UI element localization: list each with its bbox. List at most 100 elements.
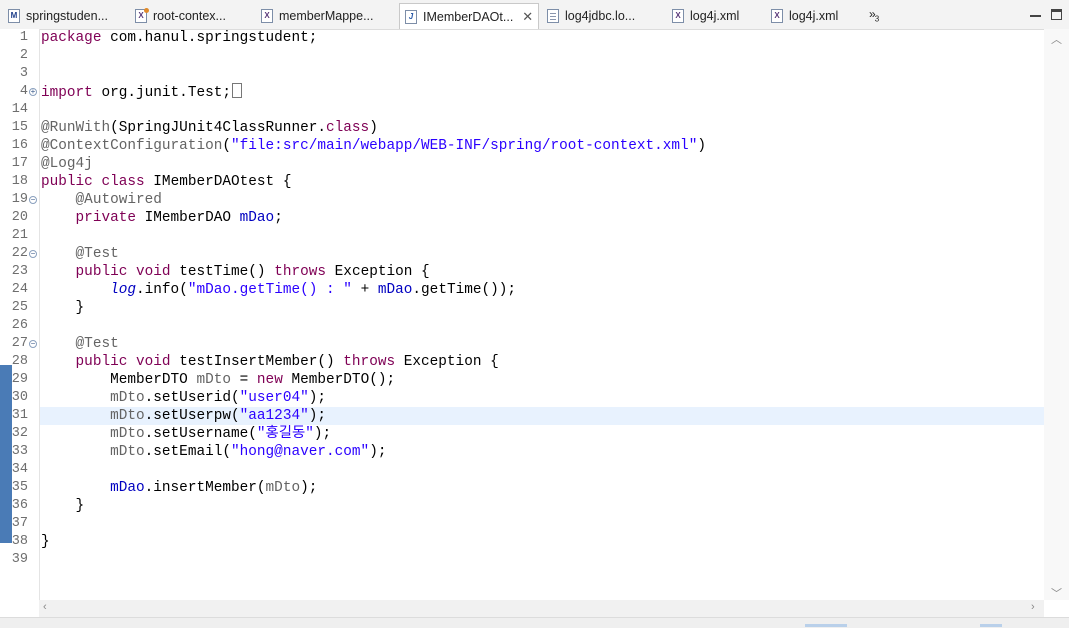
code-token: .setEmail( — [144, 444, 231, 460]
code-line: } — [41, 533, 50, 551]
code-line: @Log4j — [41, 155, 93, 173]
line-number: 4 — [19, 84, 28, 99]
code-token: (SpringJUnit4ClassRunner. — [110, 120, 326, 136]
code-line: } — [41, 497, 85, 515]
vertical-scrollbar[interactable]: ︿ ﹀ — [1044, 29, 1069, 600]
line-number: 34 — [11, 462, 28, 477]
code-token: ) — [697, 138, 706, 154]
code-token: MemberDTO(); — [282, 372, 396, 388]
code-token: import — [41, 85, 93, 101]
line-number: 39 — [11, 552, 28, 567]
xml-file-icon: X — [261, 9, 273, 23]
code-line: public class IMemberDAOtest { — [41, 173, 291, 191]
tab-1[interactable]: Xroot-contex... — [133, 3, 257, 29]
code-token: mDto — [110, 408, 145, 424]
tab-label: log4j.xml — [690, 9, 740, 23]
horizontal-scrollbar[interactable]: ‹ › — [39, 600, 1044, 617]
scroll-right-arrow-icon[interactable]: › — [1031, 601, 1035, 613]
code-token: void — [136, 264, 171, 280]
code-token: Exception { — [326, 264, 430, 280]
tab-label: springstuden... — [26, 9, 108, 23]
code-token: .setUserid( — [144, 390, 240, 406]
code-token: @Autowired — [75, 192, 162, 208]
code-token: ); — [369, 444, 387, 460]
collapse-fold-icon[interactable]: − — [29, 340, 37, 348]
line-number: 2 — [19, 48, 28, 63]
collapsed-imports-icon[interactable] — [232, 83, 243, 98]
line-number: 38 — [11, 534, 28, 549]
line-number: 15 — [11, 120, 28, 135]
code-editor[interactable]: package com.hanul.springstudent; import o… — [40, 29, 1044, 600]
line-number: 36 — [11, 498, 28, 513]
tab-6[interactable]: Xlog4j.xml — [769, 3, 865, 29]
tab-3[interactable]: J IMemberDAOt... ✕ — [399, 3, 539, 29]
tab-overflow-button[interactable]: »3 — [869, 7, 879, 23]
line-number: 17 — [11, 156, 28, 171]
tab-0[interactable]: Mspringstuden... — [6, 3, 130, 29]
code-token: log — [110, 282, 137, 298]
code-token: org.junit.Test; — [92, 85, 232, 101]
close-tab-icon[interactable]: ✕ — [522, 9, 533, 25]
code-token: package — [41, 30, 102, 46]
code-token: public — [41, 174, 93, 190]
scroll-down-arrow-icon[interactable]: ﹀ — [1051, 585, 1062, 601]
code-token: mDto — [110, 426, 145, 442]
code-token: class — [101, 174, 145, 190]
line-number: 14 — [11, 102, 28, 117]
tab-2[interactable]: XmemberMappe... — [259, 3, 397, 29]
line-number: 19 — [11, 192, 28, 207]
code-token: public — [75, 354, 128, 370]
maximize-icon[interactable] — [1051, 9, 1062, 20]
tab-label: log4jdbc.lo... — [565, 9, 636, 23]
line-number: 23 — [11, 264, 28, 279]
code-token: ); — [300, 480, 318, 496]
line-number: 18 — [11, 174, 28, 189]
status-strip — [0, 617, 1069, 628]
code-token: mDto — [110, 390, 145, 406]
line-number: 37 — [11, 516, 28, 531]
code-token: IMemberDAO — [136, 210, 240, 226]
minimize-icon[interactable] — [1030, 9, 1041, 17]
editor-tab-bar: »3 Mspringstuden... Xroot-contex... Xmembe… — [0, 0, 1069, 30]
expand-fold-icon[interactable]: + — [29, 88, 37, 96]
code-line: mDto.setEmail("hong@naver.com"); — [41, 443, 386, 461]
tab-4[interactable]: log4jdbc.lo... — [545, 3, 667, 29]
code-token: ; — [274, 210, 283, 226]
code-token: mDao — [377, 282, 413, 298]
code-token: "홍길동" — [256, 426, 314, 442]
code-token: IMemberDAOtest { — [144, 174, 292, 190]
code-token: ); — [313, 426, 332, 442]
line-number: 35 — [11, 480, 28, 495]
code-token: @ContextConfiguration — [41, 138, 223, 154]
code-token: testTime() — [170, 264, 275, 280]
tab-5[interactable]: Xlog4j.xml — [670, 3, 766, 29]
collapse-fold-icon[interactable]: − — [29, 196, 37, 204]
code-line: mDto.setUserpw("aa1234"); — [41, 407, 326, 425]
xml-file-icon: X — [771, 9, 783, 23]
code-token: .setUserpw( — [144, 408, 240, 424]
code-token: new — [256, 372, 283, 388]
scroll-up-arrow-icon[interactable]: ︿ — [1051, 31, 1062, 47]
collapse-fold-icon[interactable]: − — [29, 250, 37, 258]
code-token: mDao — [239, 210, 275, 226]
tab-label: IMemberDAOt... — [423, 9, 514, 24]
scroll-left-arrow-icon[interactable]: ‹ — [43, 601, 47, 613]
code-line: MemberDTO mDto = new MemberDTO(); — [41, 371, 395, 389]
code-line: public void testInsertMember() throws Ex… — [41, 353, 499, 371]
code-line: package com.hanul.springstudent; — [41, 29, 317, 47]
code-token: mDto — [265, 480, 301, 496]
code-token: mDto — [110, 444, 145, 460]
line-number: 16 — [11, 138, 28, 153]
java-file-icon: J — [405, 9, 417, 24]
code-token: ); — [308, 408, 327, 424]
code-token: throws — [343, 354, 396, 370]
code-line: import org.junit.Test; — [41, 83, 243, 101]
code-token: .info( — [136, 282, 188, 298]
